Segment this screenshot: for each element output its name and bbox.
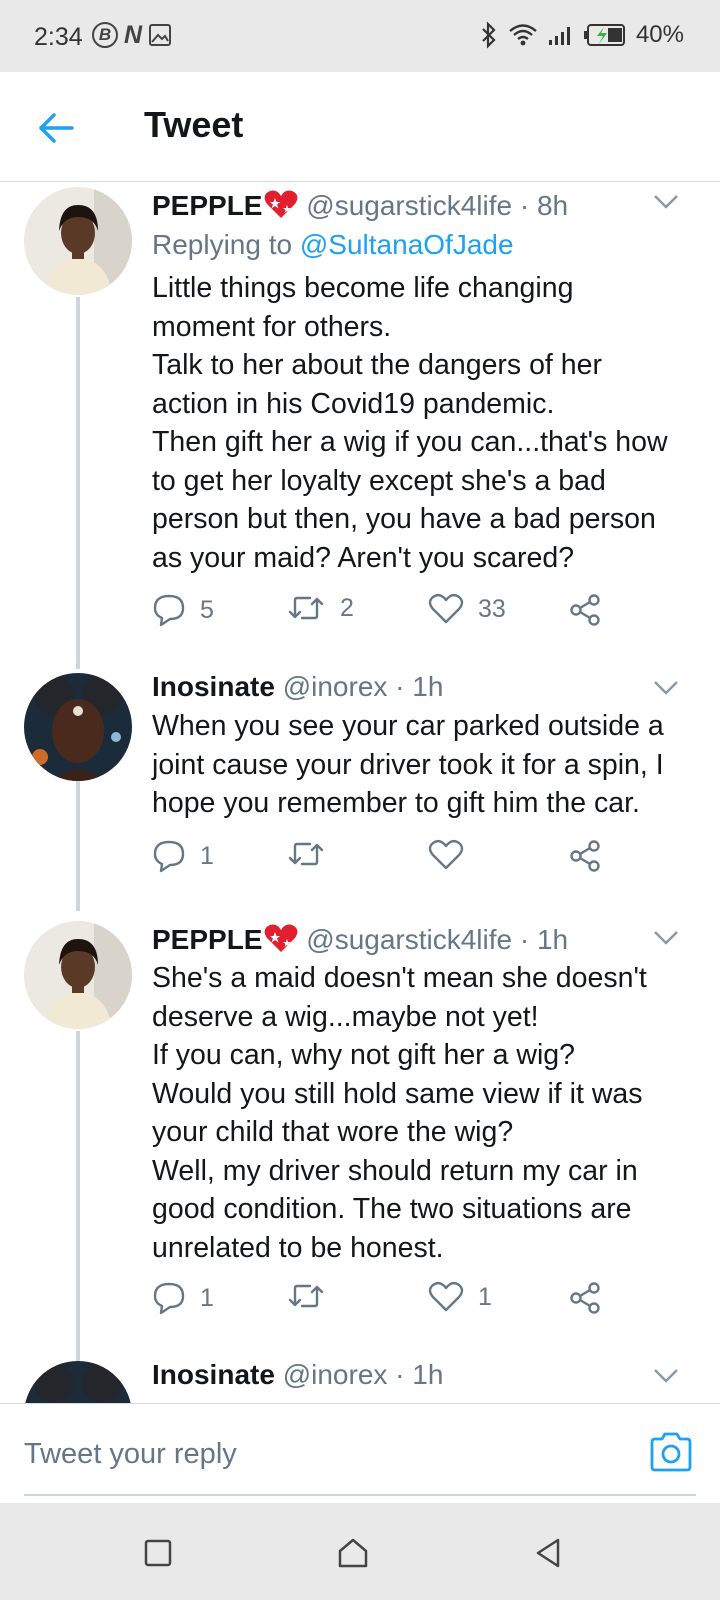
recents-square-icon[interactable] [138,1533,178,1573]
reply-icon [153,1282,185,1315]
thread-line [76,297,80,669]
page-title: Tweet [144,104,244,145]
reply-icon [153,840,185,873]
retweet-icon [288,1284,324,1308]
status-time: 2:34 [34,23,83,51]
display-name[interactable]: Inosinate [152,671,275,702]
system-nav-bar [0,1503,720,1600]
b-circle-icon: B [92,22,118,48]
reply-button[interactable]: 5 [152,593,214,627]
tweet-meta: @inorex · 1h [282,671,444,702]
avatar[interactable] [24,921,132,1029]
chevron-down-icon[interactable] [652,679,680,697]
reply-input-underline [24,1494,696,1496]
thread-line [76,1031,80,1371]
signal-icon [548,27,570,45]
share-button[interactable] [568,839,602,873]
like-count: 1 [478,1282,492,1311]
replying-to-handle[interactable]: @SultanaOfJade [300,229,514,260]
tweet-thread[interactable]: PEPPLE @sugarstick4life · 8h Replying to… [0,183,720,1403]
sparkling-heart-icon [265,924,298,952]
retweet-button[interactable] [286,839,340,869]
battery-percent: 40% [635,21,684,48]
app-header: Tweet [0,72,720,182]
tweet-header: Inosinate @inorex · 1h [152,1359,443,1391]
reply-input[interactable]: Tweet your reply [24,1438,237,1471]
bluetooth-icon [482,21,496,49]
avatar[interactable] [24,187,132,295]
arrow-left-icon[interactable] [36,108,76,148]
reply-count: 1 [200,1283,214,1312]
share-button[interactable] [568,593,602,627]
heart-icon [428,593,464,624]
share-icon [570,1282,600,1314]
reply-button[interactable]: 1 [152,1281,214,1315]
tweet-text: Little things become life changing momen… [152,272,668,574]
reply-count: 5 [200,595,214,624]
chevron-down-icon[interactable] [652,1367,680,1385]
heart-icon [428,1281,464,1312]
display-name[interactable]: Inosinate [152,1359,275,1390]
retweet-count: 2 [340,593,354,622]
chevron-down-icon[interactable] [652,193,680,211]
tweet-text: When you see your car parked outside a j… [152,710,664,819]
reply-button[interactable]: 1 [152,839,214,873]
tweet-meta: @sugarstick4life · 1h [306,924,569,955]
heart-icon [428,839,464,870]
retweet-icon [288,842,324,866]
display-name[interactable]: PEPPLE [152,924,262,955]
tweet-actions: 5 2 33 [152,593,622,633]
back-triangle-icon[interactable] [528,1533,568,1573]
tweet-header: PEPPLE @sugarstick4life · 1h [152,923,568,956]
replying-to: Replying to @SultanaOfJade [152,229,514,261]
share-icon [570,594,600,626]
like-button[interactable]: 33 [428,593,506,625]
avatar[interactable] [24,1361,132,1403]
thread-line [76,781,80,911]
retweet-icon [288,596,324,620]
camera-icon[interactable] [648,1432,694,1472]
wifi-icon [509,24,537,46]
home-icon[interactable] [333,1533,373,1573]
tweet-header: PEPPLE @sugarstick4life · 8h [152,189,568,222]
retweet-button[interactable]: 2 [286,593,354,623]
battery-charging-icon [583,24,625,46]
reply-count: 1 [200,841,214,870]
sparkling-heart-icon [265,190,298,218]
chevron-down-icon[interactable] [652,929,680,947]
like-button[interactable]: 1 [428,1281,492,1313]
tweet-meta: @inorex · 1h [282,1359,444,1390]
tweet-meta: @sugarstick4life · 8h [306,190,569,221]
share-icon [570,840,600,872]
retweet-button[interactable] [286,1281,340,1311]
reply-composer[interactable]: Tweet your reply [0,1403,720,1503]
display-name[interactable]: PEPPLE [152,190,262,221]
reply-icon [153,594,185,627]
like-button[interactable] [428,839,478,871]
tweet-text: She's a maid doesn't mean she doesn't de… [152,962,647,1264]
tweet-actions: 1 [152,839,622,879]
tweet-actions: 1 1 [152,1281,622,1321]
like-count: 33 [478,594,506,623]
n-icon: N [124,21,143,49]
tweet-header: Inosinate @inorex · 1h [152,671,443,703]
gallery-icon [149,24,172,46]
share-button[interactable] [568,1281,602,1315]
avatar[interactable] [24,673,132,781]
status-bar: 2:34 B N 40% [0,0,720,72]
replying-to-label: Replying to [152,229,300,260]
